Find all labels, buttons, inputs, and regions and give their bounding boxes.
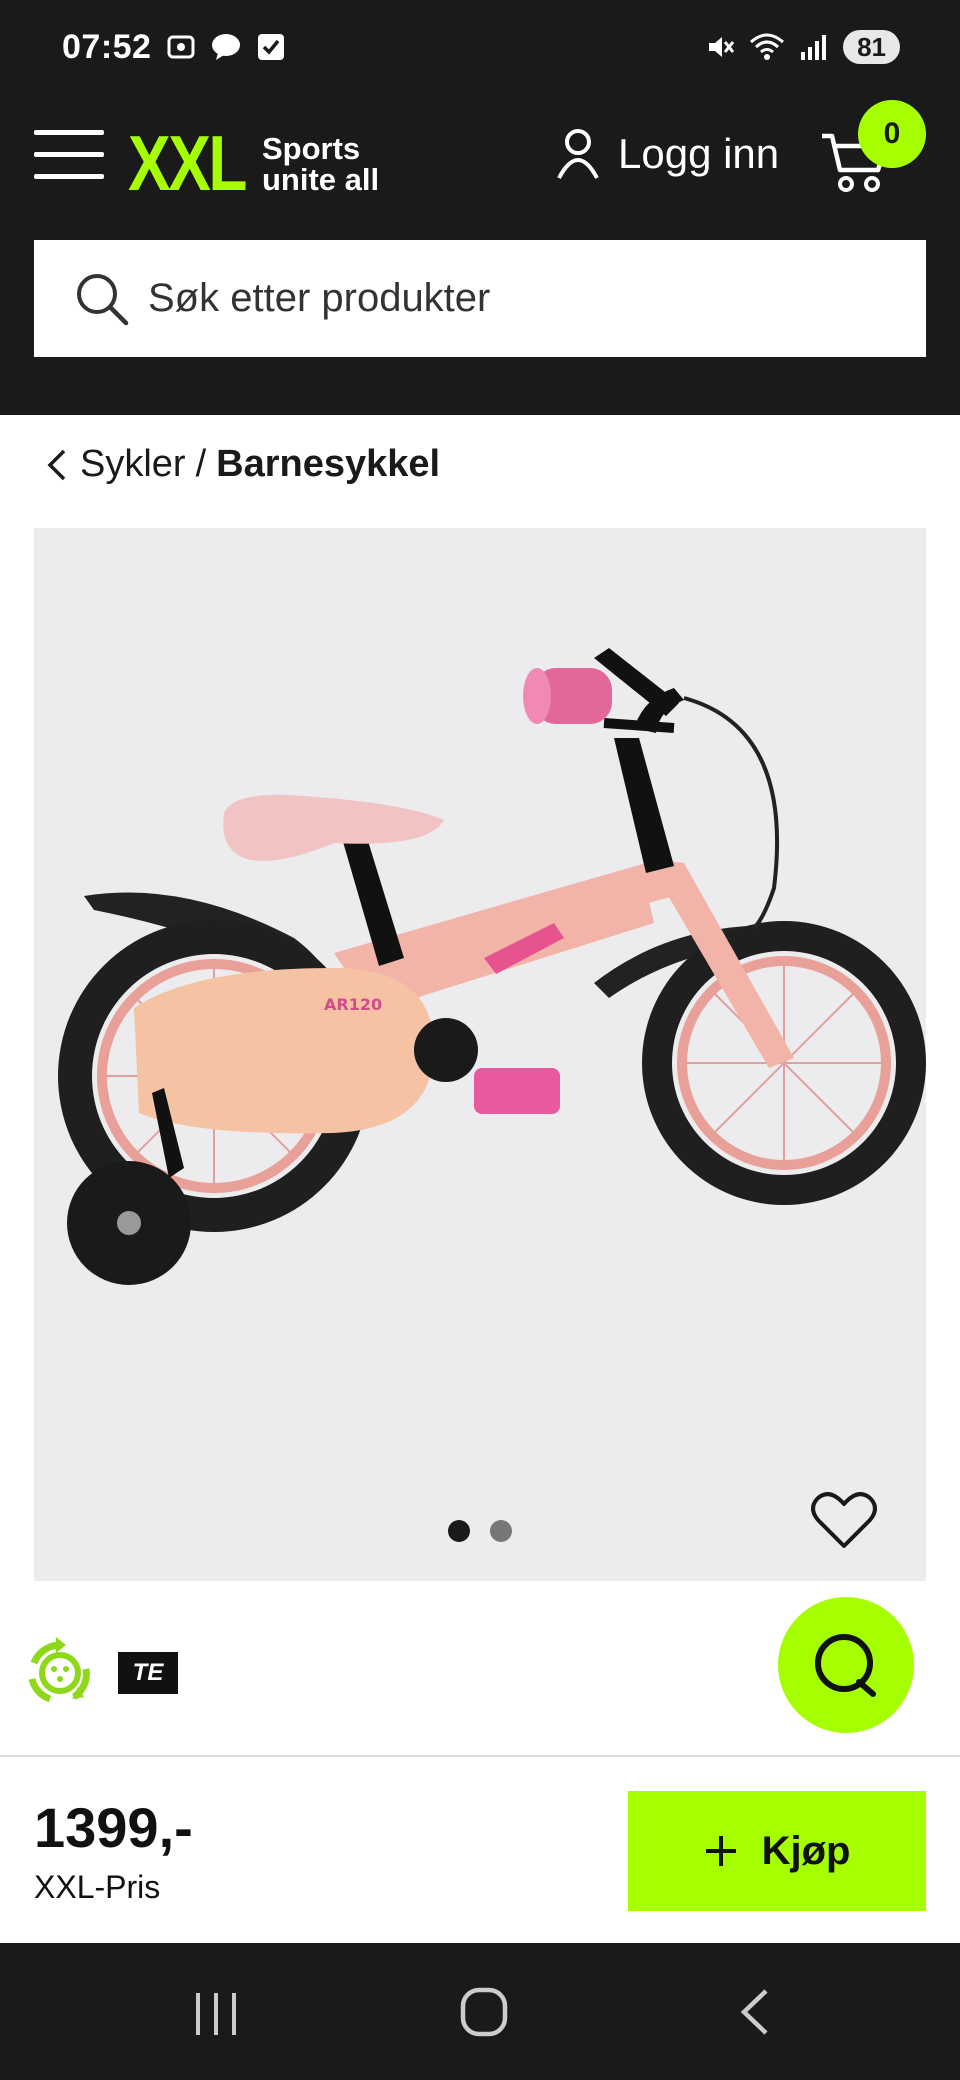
wifi-icon [750, 33, 785, 60]
breadcrumb-current: Barnesykkel [216, 443, 441, 485]
status-icons-right: 81 [705, 30, 900, 64]
back-icon[interactable] [736, 1987, 772, 2037]
breadcrumb-separator: / [195, 443, 207, 485]
menu-icon-bar [34, 174, 104, 179]
menu-icon-bar [34, 152, 104, 157]
product-page: Sykler / Barnesykkel AR120 TE [0, 415, 960, 1755]
brand-logo[interactable]: TE [118, 1652, 178, 1694]
login-button[interactable]: Logg inn [556, 128, 779, 180]
screenshot-icon [167, 35, 195, 59]
search-icon [77, 273, 129, 325]
buy-button-label: Kjøp [761, 1828, 851, 1873]
search-bar[interactable] [34, 240, 926, 357]
login-label: Logg inn [618, 130, 780, 177]
menu-button[interactable] [34, 130, 104, 180]
mute-icon [709, 37, 735, 57]
status-bar: 07:52 81 [0, 0, 960, 100]
pagination-dot-1[interactable] [448, 1520, 470, 1542]
chevron-left-icon[interactable] [44, 445, 70, 485]
buy-bar: 1399,- XXL-Pris Kjøp [0, 1755, 960, 1943]
site-header: XXL Sports unite all Logg inn 0 [0, 100, 960, 415]
checkbox-icon [258, 34, 284, 60]
favorite-button[interactable] [810, 1490, 878, 1555]
product-image-bike: AR120 [58, 648, 926, 1285]
xxl-logo[interactable]: XXL Sports unite all [128, 118, 379, 209]
price-label: XXL-Pris [34, 1869, 161, 1905]
cart-count-badge: 0 [858, 100, 926, 168]
logo-tagline: Sports unite all [262, 133, 379, 195]
recents-icon[interactable] [194, 1991, 238, 2037]
system-navigation-bar [0, 1943, 960, 2080]
logo-tagline-line-1: Sports [262, 130, 361, 166]
battery-indicator: 81 [843, 30, 900, 64]
logo-mark: XXL [128, 119, 247, 207]
buy-button[interactable]: Kjøp [628, 1791, 926, 1911]
pagination-dot-2[interactable] [490, 1520, 512, 1542]
breadcrumb: Sykler / Barnesykkel [44, 443, 440, 486]
product-badges: TE [20, 1633, 178, 1713]
user-icon [557, 129, 599, 179]
plus-icon [705, 1836, 736, 1866]
heart-icon [811, 1492, 877, 1548]
recycle-icon [28, 1637, 90, 1703]
logo-tagline-line-2: unite all [262, 161, 380, 197]
chat-bubble-icon [212, 34, 240, 60]
frame-logo-text: AR120 [324, 995, 382, 1014]
product-price: 1399,- [34, 1796, 193, 1859]
signal-icon [801, 35, 827, 60]
search-input[interactable] [148, 276, 848, 321]
menu-icon-bar [34, 130, 104, 135]
chat-button[interactable] [778, 1597, 914, 1733]
breadcrumb-parent-link[interactable]: Sykler [80, 443, 186, 486]
gallery-pagination [448, 1520, 512, 1542]
chat-icon [815, 1634, 876, 1697]
product-image-gallery[interactable]: AR120 [34, 528, 926, 1581]
status-icons-left [166, 32, 286, 62]
home-icon[interactable] [460, 1987, 508, 2037]
status-time: 07:52 [62, 28, 152, 66]
